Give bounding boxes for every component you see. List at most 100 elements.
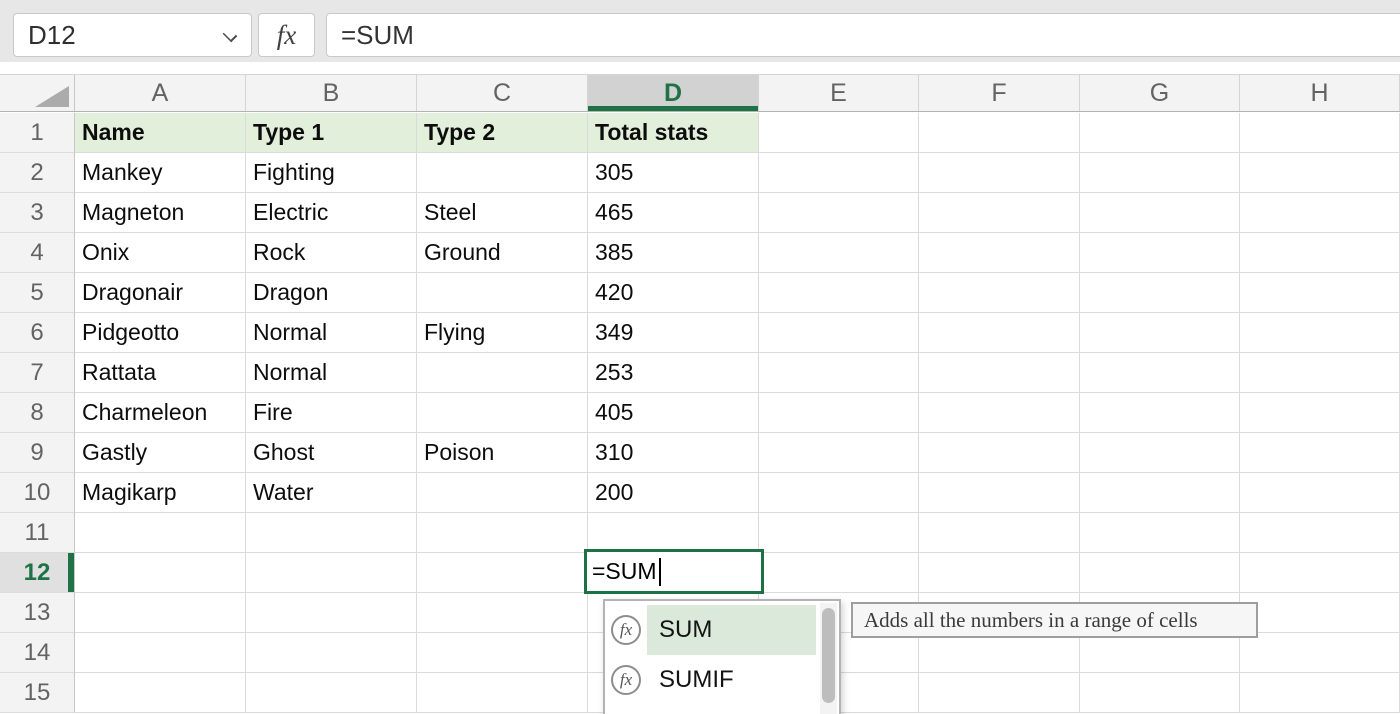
cell-f1[interactable] bbox=[919, 113, 1080, 153]
cell-g14[interactable] bbox=[1080, 633, 1240, 673]
cell-a7[interactable]: Rattata bbox=[75, 353, 246, 393]
name-box[interactable]: D12 bbox=[13, 13, 252, 57]
cell-a12[interactable] bbox=[75, 553, 246, 593]
cell-d1[interactable]: Total stats bbox=[588, 113, 759, 153]
column-header-h[interactable]: H bbox=[1240, 75, 1400, 111]
formula-bar[interactable]: =SUM bbox=[326, 13, 1400, 57]
cell-c6[interactable]: Flying bbox=[417, 313, 588, 353]
cell-g4[interactable] bbox=[1080, 233, 1240, 273]
cell-b15[interactable] bbox=[246, 673, 417, 713]
row-header-11[interactable]: 11 bbox=[0, 513, 75, 553]
cell-a9[interactable]: Gastly bbox=[75, 433, 246, 473]
cell-f7[interactable] bbox=[919, 353, 1080, 393]
cell-f2[interactable] bbox=[919, 153, 1080, 193]
cell-a13[interactable] bbox=[75, 593, 246, 633]
column-header-e[interactable]: E bbox=[759, 75, 919, 111]
cell-h4[interactable] bbox=[1240, 233, 1400, 273]
row-header-7[interactable]: 7 bbox=[0, 353, 75, 393]
cell-e7[interactable] bbox=[759, 353, 919, 393]
cell-h14[interactable] bbox=[1240, 633, 1400, 673]
cell-c11[interactable] bbox=[417, 513, 588, 553]
cell-f14[interactable] bbox=[919, 633, 1080, 673]
cell-d5[interactable]: 420 bbox=[588, 273, 759, 313]
cell-e10[interactable] bbox=[759, 473, 919, 513]
cell-h9[interactable] bbox=[1240, 433, 1400, 473]
cell-c10[interactable] bbox=[417, 473, 588, 513]
cell-g6[interactable] bbox=[1080, 313, 1240, 353]
cell-b6[interactable]: Normal bbox=[246, 313, 417, 353]
cell-g9[interactable] bbox=[1080, 433, 1240, 473]
cell-c9[interactable]: Poison bbox=[417, 433, 588, 473]
cell-b8[interactable]: Fire bbox=[246, 393, 417, 433]
cell-c13[interactable] bbox=[417, 593, 588, 633]
cell-h5[interactable] bbox=[1240, 273, 1400, 313]
cell-a8[interactable]: Charmeleon bbox=[75, 393, 246, 433]
column-header-b[interactable]: B bbox=[246, 75, 417, 111]
chevron-down-icon[interactable] bbox=[223, 28, 237, 42]
cell-a15[interactable] bbox=[75, 673, 246, 713]
cell-e1[interactable] bbox=[759, 113, 919, 153]
cell-e12[interactable] bbox=[759, 553, 919, 593]
cell-e3[interactable] bbox=[759, 193, 919, 233]
autocomplete-item-sumif[interactable]: fx SUMIF bbox=[605, 655, 816, 705]
active-cell-d12[interactable]: =SUM bbox=[584, 549, 764, 594]
cell-f3[interactable] bbox=[919, 193, 1080, 233]
cell-h7[interactable] bbox=[1240, 353, 1400, 393]
cell-g3[interactable] bbox=[1080, 193, 1240, 233]
column-header-c[interactable]: C bbox=[417, 75, 588, 111]
cell-b9[interactable]: Ghost bbox=[246, 433, 417, 473]
cell-d7[interactable]: 253 bbox=[588, 353, 759, 393]
cell-h1[interactable] bbox=[1240, 113, 1400, 153]
row-header-4[interactable]: 4 bbox=[0, 233, 75, 273]
cell-c8[interactable] bbox=[417, 393, 588, 433]
cell-d3[interactable]: 465 bbox=[588, 193, 759, 233]
cell-b3[interactable]: Electric bbox=[246, 193, 417, 233]
cell-a5[interactable]: Dragonair bbox=[75, 273, 246, 313]
cell-d4[interactable]: 385 bbox=[588, 233, 759, 273]
cell-a1[interactable]: Name bbox=[75, 113, 246, 153]
cell-d9[interactable]: 310 bbox=[588, 433, 759, 473]
row-header-5[interactable]: 5 bbox=[0, 273, 75, 313]
cell-h6[interactable] bbox=[1240, 313, 1400, 353]
cell-d10[interactable]: 200 bbox=[588, 473, 759, 513]
cell-g15[interactable] bbox=[1080, 673, 1240, 713]
cell-f10[interactable] bbox=[919, 473, 1080, 513]
cell-h13[interactable] bbox=[1240, 593, 1400, 633]
cell-d8[interactable]: 405 bbox=[588, 393, 759, 433]
column-header-a[interactable]: A bbox=[75, 75, 246, 111]
cell-e11[interactable] bbox=[759, 513, 919, 553]
cell-e9[interactable] bbox=[759, 433, 919, 473]
cell-f5[interactable] bbox=[919, 273, 1080, 313]
cell-c1[interactable]: Type 2 bbox=[417, 113, 588, 153]
cell-c14[interactable] bbox=[417, 633, 588, 673]
row-header-15[interactable]: 15 bbox=[0, 673, 75, 713]
cell-e4[interactable] bbox=[759, 233, 919, 273]
column-header-d[interactable]: D bbox=[588, 75, 759, 111]
row-header-8[interactable]: 8 bbox=[0, 393, 75, 433]
row-header-2[interactable]: 2 bbox=[0, 153, 75, 193]
cell-g10[interactable] bbox=[1080, 473, 1240, 513]
cell-f6[interactable] bbox=[919, 313, 1080, 353]
column-header-g[interactable]: G bbox=[1080, 75, 1240, 111]
cell-g7[interactable] bbox=[1080, 353, 1240, 393]
cell-h12[interactable] bbox=[1240, 553, 1400, 593]
cell-f8[interactable] bbox=[919, 393, 1080, 433]
cell-d11[interactable] bbox=[588, 513, 759, 553]
cell-g2[interactable] bbox=[1080, 153, 1240, 193]
cell-a3[interactable]: Magneton bbox=[75, 193, 246, 233]
cell-a4[interactable]: Onix bbox=[75, 233, 246, 273]
cell-h15[interactable] bbox=[1240, 673, 1400, 713]
cell-c2[interactable] bbox=[417, 153, 588, 193]
cell-c5[interactable] bbox=[417, 273, 588, 313]
cell-g11[interactable] bbox=[1080, 513, 1240, 553]
cell-a6[interactable]: Pidgeotto bbox=[75, 313, 246, 353]
cell-h3[interactable] bbox=[1240, 193, 1400, 233]
cell-c4[interactable]: Ground bbox=[417, 233, 588, 273]
cell-h11[interactable] bbox=[1240, 513, 1400, 553]
cell-c3[interactable]: Steel bbox=[417, 193, 588, 233]
cell-a14[interactable] bbox=[75, 633, 246, 673]
select-all-corner[interactable] bbox=[0, 75, 75, 111]
cell-g12[interactable] bbox=[1080, 553, 1240, 593]
cell-a10[interactable]: Magikarp bbox=[75, 473, 246, 513]
cell-d2[interactable]: 305 bbox=[588, 153, 759, 193]
